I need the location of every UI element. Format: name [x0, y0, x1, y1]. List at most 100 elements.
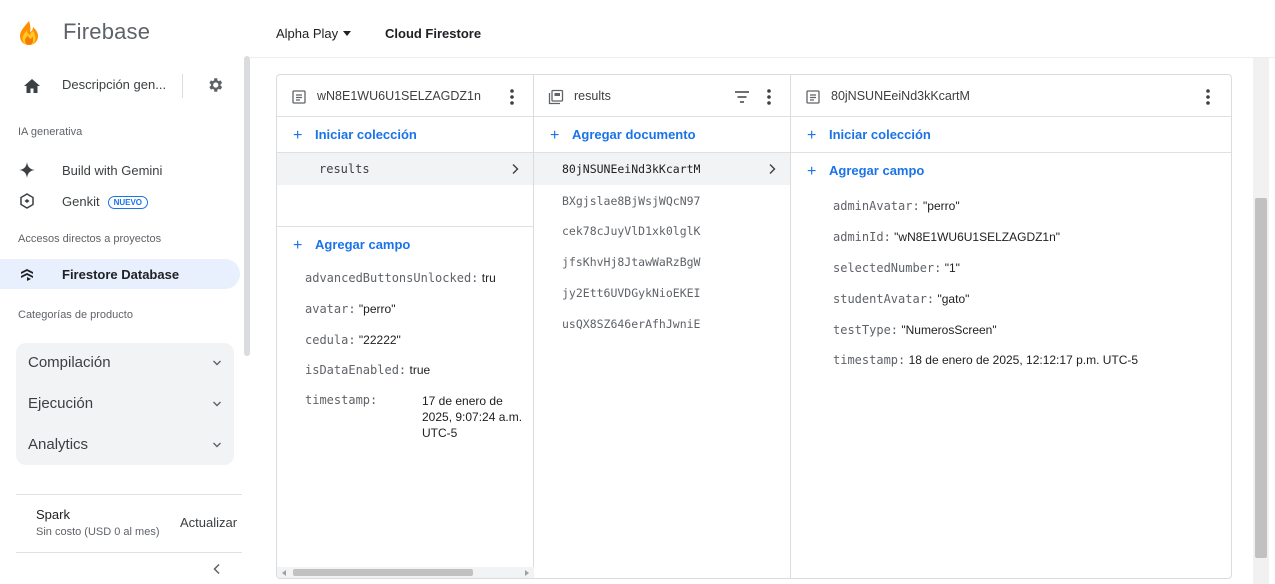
column-title: 80jNSUNEeiNd3kKcartM — [831, 89, 970, 103]
document-row[interactable]: cek78cJuyVlD1xk0lglK — [534, 215, 790, 247]
field-value: 17 de enero de 2025, 9:07:24 a.m. UTC-5 — [422, 394, 523, 440]
field-row[interactable]: cedula: "22222" — [305, 333, 401, 347]
document-row[interactable]: usQX8SZ646erAfhJwniE — [534, 308, 790, 340]
plus-icon: + — [807, 163, 817, 180]
plus-icon: + — [807, 127, 817, 144]
plus-icon: + — [293, 237, 303, 254]
field-row[interactable]: adminAvatar: "perro" — [833, 199, 960, 213]
brand-name: Firebase — [63, 19, 151, 44]
horizontal-scrollbar[interactable] — [277, 567, 534, 578]
field-row[interactable]: selectedNumber: "1" — [833, 261, 960, 275]
collection-column: results + Agregar documento 80jNSUNEeiNd3… — [534, 75, 791, 578]
category-label: Compilación — [28, 354, 111, 371]
document-id: jfsKhvHj8JtawWaRzBgW — [562, 255, 701, 269]
firestore-icon — [21, 269, 33, 281]
divider — [182, 74, 183, 98]
chevron-down-icon — [213, 401, 221, 407]
scroll-right-arrow[interactable] — [525, 570, 529, 576]
sidebar-item-build-with-gemini[interactable]: Build with Gemini — [12, 155, 240, 185]
sidebar-scrollbar[interactable] — [244, 56, 250, 356]
add-field-button[interactable]: + Agregar campo — [293, 237, 410, 257]
product-categories: Compilación Ejecución Analytics — [16, 343, 234, 465]
sidebar-item-label: Build with Gemini — [62, 163, 163, 178]
project-selector[interactable]: Alpha Play — [276, 26, 352, 41]
sparkle-icon — [19, 162, 35, 178]
more-vert-icon[interactable] — [1205, 87, 1211, 107]
document-id: BXgjslae8BjWsjWQcN97 — [562, 194, 701, 208]
section-shortcuts: Accesos directos a proyectos — [18, 233, 162, 245]
document-row[interactable]: 80jNSUNEeiNd3kKcartM — [534, 153, 790, 185]
field-row[interactable]: advancedButtonsUnlocked: tru — [305, 271, 496, 285]
sidebar-item-firestore-database[interactable]: Firestore Database — [0, 259, 240, 289]
category-ejecucion[interactable]: Ejecución — [16, 384, 234, 424]
brand-logo[interactable]: Firebase — [0, 0, 250, 58]
new-badge: NUEVO — [107, 196, 149, 209]
document-id: 80jNSUNEeiNd3kKcartM — [562, 162, 701, 176]
collection-row[interactable]: results — [277, 153, 533, 185]
document-icon — [806, 90, 820, 104]
start-collection-button[interactable]: + Iniciar colección — [807, 127, 931, 147]
chevron-down-icon — [213, 442, 221, 448]
upgrade-button[interactable]: Actualizar — [180, 515, 237, 530]
chevron-down-icon — [213, 360, 221, 366]
scroll-left-arrow[interactable] — [282, 570, 286, 576]
section-categories: Categorías de producto — [18, 309, 133, 321]
field-row[interactable]: timestamp: 18 de enero de 2025, 12:12:17… — [833, 353, 1138, 367]
filter-icon[interactable] — [734, 90, 750, 104]
caret-down-icon — [343, 31, 352, 36]
sidebar: Firebase Descripción gen... IA generativ… — [0, 0, 250, 584]
collection-name: results — [319, 162, 370, 176]
plus-icon: + — [293, 127, 303, 144]
column-title: wN8E1WU6U1SELZAGDZ1n — [317, 89, 481, 103]
document-row[interactable]: jy2Ett6UVDGykNioEKEI — [534, 277, 790, 309]
document-row[interactable]: BXgjslae8BjWsjWQcN97 — [534, 185, 790, 217]
field-row[interactable]: adminId: "wN8E1WU6U1SELZAGDZ1n" — [833, 230, 1060, 244]
category-label: Analytics — [28, 436, 89, 453]
firebase-flame-icon — [20, 21, 38, 45]
category-analytics[interactable]: Analytics — [16, 425, 234, 465]
column-header: 80jNSUNEeiNd3kKcartM — [791, 75, 1231, 117]
add-field-button[interactable]: + Agregar campo — [807, 163, 924, 183]
plan-name: Spark — [36, 507, 70, 522]
scrollbar-thumb[interactable] — [293, 569, 473, 576]
field-row[interactable]: isDataEnabled: true — [305, 363, 430, 377]
home-icon[interactable] — [22, 76, 42, 96]
more-vert-icon[interactable] — [766, 87, 772, 107]
gear-icon[interactable] — [206, 76, 224, 94]
add-document-button[interactable]: + Agregar documento — [550, 127, 696, 147]
more-vert-icon[interactable] — [509, 87, 515, 107]
start-collection-button[interactable]: + Iniciar colección — [293, 127, 417, 147]
chevron-right-icon — [512, 164, 519, 174]
field-row[interactable]: studentAvatar: "gato" — [833, 292, 969, 306]
project-overview-row: Descripción gen... — [12, 62, 236, 110]
sidebar-item-label: Genkit NUEVO — [62, 194, 149, 209]
plan-subtitle: Sin costo (USD 0 al mes) — [36, 526, 160, 538]
project-overview-link[interactable]: Descripción gen... — [62, 77, 166, 92]
column-header: results — [534, 75, 790, 117]
document-row[interactable]: jfsKhvHj8JtawWaRzBgW — [534, 246, 790, 278]
field-row[interactable]: avatar: "perro" — [305, 302, 395, 316]
chevron-left-icon[interactable] — [210, 562, 224, 576]
document-id: jy2Ett6UVDGykNioEKEI — [562, 286, 701, 300]
scrollbar-thumb[interactable] — [1255, 198, 1267, 558]
document-id: cek78cJuyVlD1xk0lglK — [562, 224, 701, 238]
field-row[interactable]: testType: "NumerosScreen" — [833, 323, 997, 337]
divider — [16, 552, 242, 553]
divider — [791, 152, 1231, 153]
firestore-data-panel: wN8E1WU6U1SELZAGDZ1n + Iniciar colección … — [276, 74, 1232, 579]
column-header: wN8E1WU6U1SELZAGDZ1n — [277, 75, 533, 117]
product-title: Cloud Firestore — [385, 26, 482, 41]
category-label: Ejecución — [28, 395, 94, 412]
top-bar: Alpha Play Cloud Firestore — [250, 0, 1275, 58]
root-document-column: wN8E1WU6U1SELZAGDZ1n + Iniciar colección … — [277, 75, 534, 578]
plus-icon: + — [550, 127, 560, 144]
divider — [277, 226, 533, 227]
sidebar-item-genkit[interactable]: Genkit NUEVO — [12, 186, 240, 216]
page-scrollbar[interactable] — [1253, 58, 1269, 584]
sidebar-item-label: Firestore Database — [62, 267, 180, 282]
section-genai: IA generativa — [18, 126, 83, 138]
collection-icon — [548, 89, 564, 105]
chevron-right-icon — [769, 164, 776, 174]
category-compilacion[interactable]: Compilación — [16, 343, 234, 383]
genkit-icon — [20, 193, 34, 209]
